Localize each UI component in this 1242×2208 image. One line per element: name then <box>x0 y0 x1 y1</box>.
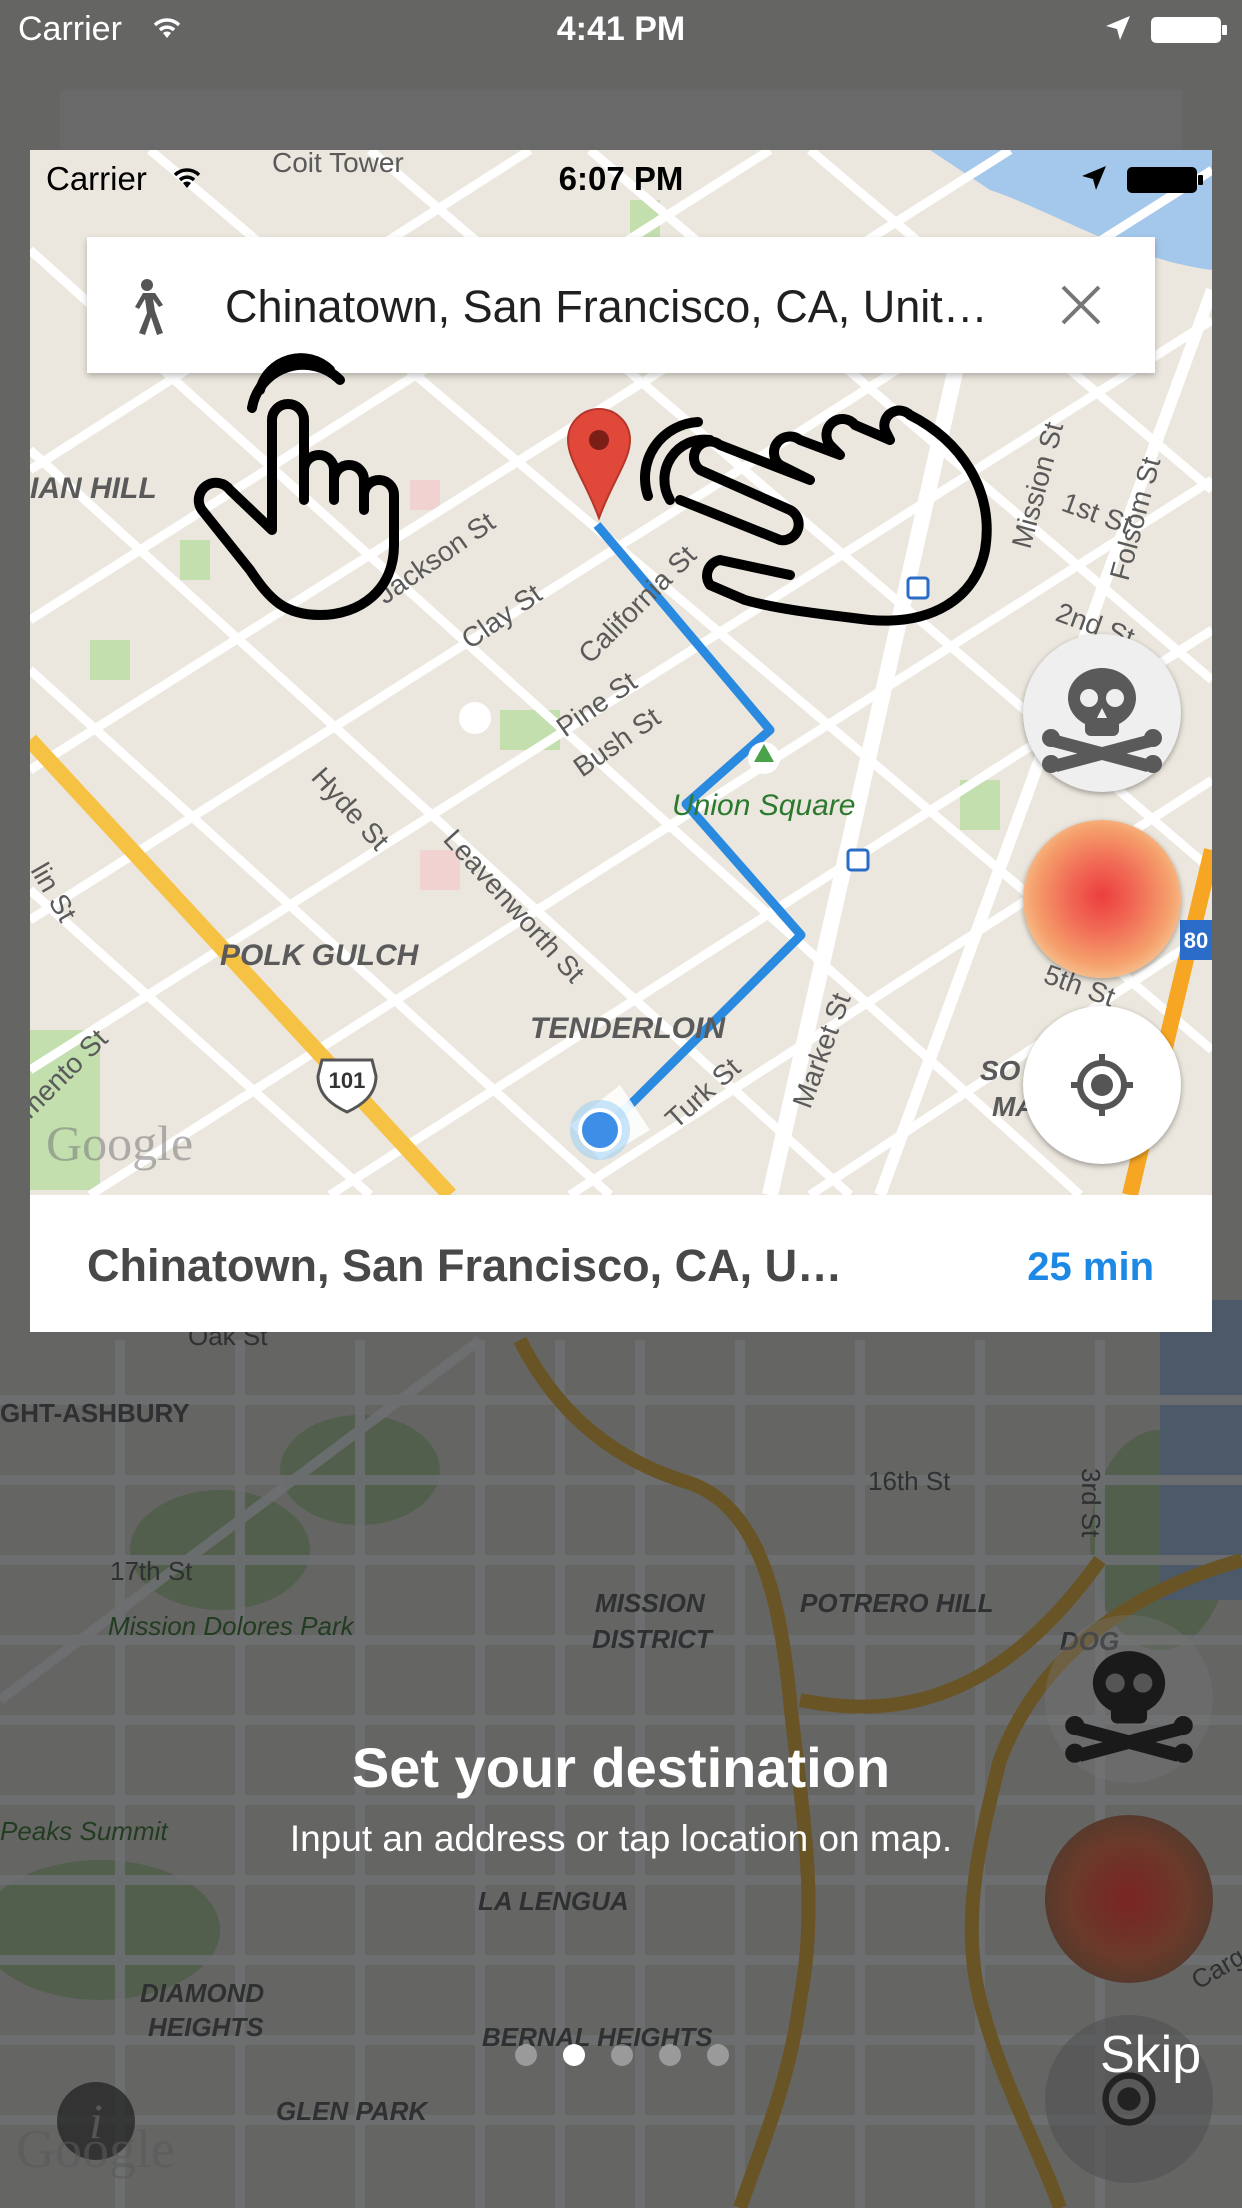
card-battery-icon <box>1126 166 1204 199</box>
onboarding-title: Set your destination <box>351 1736 891 1799</box>
locate-icon <box>1071 1054 1133 1116</box>
background-google-logo: Google <box>16 2119 175 2179</box>
destination-input[interactable]: Chinatown, San Francisco, CA, Unit… <box>225 281 1015 333</box>
onboarding-subtitle: Input an address or tap location on map. <box>289 1818 953 1859</box>
heatmap-button[interactable] <box>1023 820 1181 978</box>
svg-text:80: 80 <box>1184 928 1208 953</box>
page-dot[interactable] <box>707 2044 729 2066</box>
danger-zone-button[interactable] <box>1023 634 1181 792</box>
tap-hand-icon <box>193 353 399 620</box>
tutorial-card: 101 80 Coit Tower DISTRICT IAN HILL Jack… <box>30 150 1212 1332</box>
route-destination: Chinatown, San Francisco, CA, U… <box>87 1240 843 1291</box>
google-logo: Google <box>46 1115 194 1171</box>
page-dot[interactable] <box>563 2044 585 2066</box>
card-status-bar: Carrier 6:07 PM <box>30 150 1212 210</box>
svg-text:Union Square: Union Square <box>672 789 855 822</box>
skull-icon <box>1042 668 1162 773</box>
page-indicator[interactable] <box>505 2044 745 2074</box>
card-status-time: 6:07 PM <box>558 160 684 197</box>
svg-text:SO: SO <box>980 1055 1021 1086</box>
svg-text:IAN HILL: IAN HILL <box>30 472 157 505</box>
swipe-hand-icon <box>640 405 992 626</box>
skip-button[interactable]: Skip <box>1100 2025 1201 2085</box>
route-summary-bar[interactable]: Chinatown, San Francisco, CA, U… 25 min <box>30 1195 1212 1332</box>
page-dot[interactable] <box>611 2044 633 2066</box>
clear-icon[interactable] <box>1057 281 1105 329</box>
card-location-arrow-icon <box>1080 164 1108 197</box>
status-bar: Carrier 4:41 PM <box>0 0 1242 60</box>
walking-icon[interactable] <box>119 277 169 337</box>
page-dot[interactable] <box>515 2044 537 2066</box>
status-time: 4:41 PM <box>556 10 686 48</box>
svg-text:101: 101 <box>329 1068 366 1093</box>
page-dot[interactable] <box>659 2044 681 2066</box>
svg-text:POLK GULCH: POLK GULCH <box>220 939 420 972</box>
background-search-bar <box>60 90 1182 150</box>
route-duration: 25 min <box>1027 1245 1154 1289</box>
svg-text:TENDERLOIN: TENDERLOIN <box>530 1012 726 1045</box>
battery-icon <box>1150 16 1228 49</box>
my-location-button[interactable] <box>1023 1006 1181 1164</box>
location-arrow-icon <box>1104 14 1132 47</box>
